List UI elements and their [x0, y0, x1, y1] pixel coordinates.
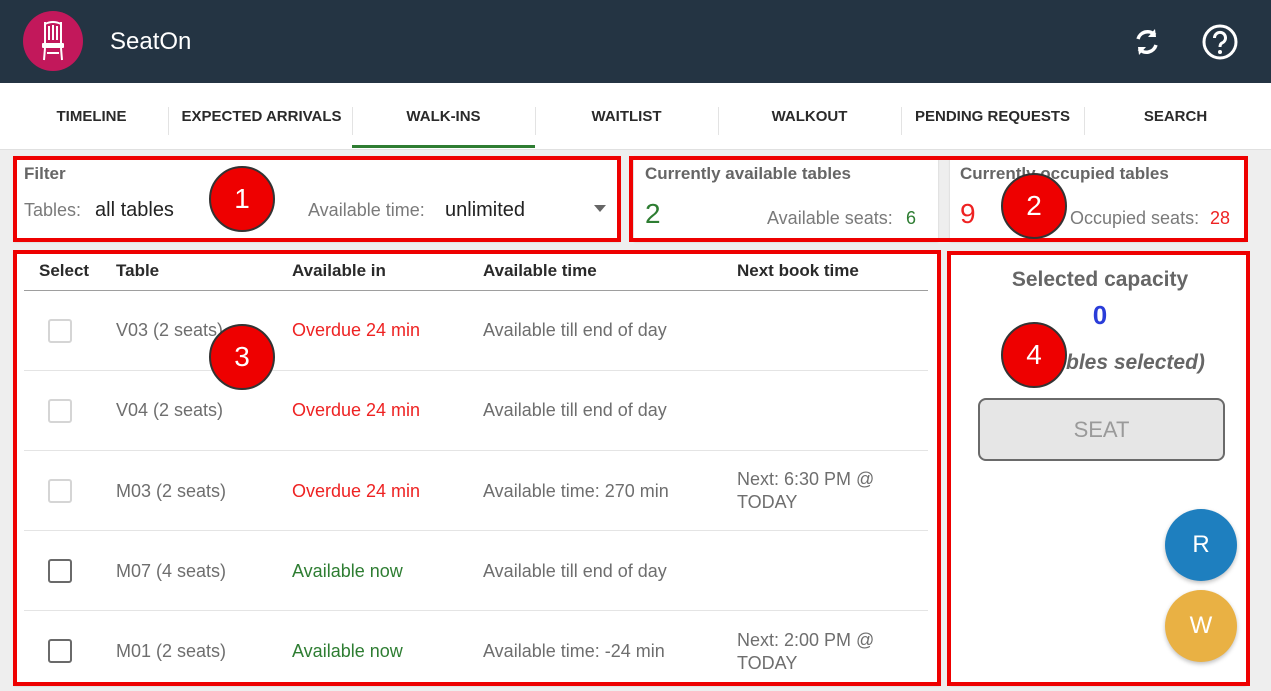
help-icon[interactable] — [1200, 22, 1240, 62]
row-available-time: Available time: -24 min — [483, 641, 665, 661]
filter-heading: Filter — [24, 164, 66, 183]
column-header-available-in: Available in — [292, 261, 386, 280]
available-time-value[interactable]: unlimited — [445, 199, 525, 222]
table-row[interactable]: M07 (4 seats) Available now Available ti… — [24, 531, 928, 611]
annotation-badge-4: 4 — [1001, 322, 1067, 388]
tab-timeline[interactable]: TIMELINE — [0, 83, 183, 149]
occupied-tables-count: 9 — [960, 198, 976, 229]
active-tab-indicator — [352, 145, 535, 148]
tables-selected-count: bles selected) — [1066, 351, 1205, 374]
row-available-in: Overdue 24 min — [292, 400, 421, 420]
row-next-book-day: TODAY — [737, 653, 798, 673]
tab-waitlist[interactable]: WAITLIST — [535, 83, 718, 149]
available-tables-title: Currently available tables — [645, 164, 851, 183]
tables-filter-value[interactable]: all tables — [95, 199, 174, 222]
row-table: V03 (2 seats) — [116, 320, 224, 340]
column-header-table: Table — [116, 261, 160, 280]
app-bar: SeatOn — [0, 0, 1271, 83]
table-row[interactable]: V04 (2 seats) Overdue 24 min Available t… — [24, 371, 928, 451]
reservation-fab[interactable]: R — [1165, 509, 1237, 581]
chair-logo-icon — [23, 11, 83, 71]
seat-button[interactable]: SEAT — [978, 398, 1225, 461]
table-row[interactable]: M01 (2 seats) Available now Available ti… — [24, 611, 928, 691]
row-available-time: Available till end of day — [483, 320, 667, 340]
occupied-seats-value: 28 — [1210, 208, 1231, 228]
available-seats-value: 6 — [906, 208, 917, 228]
walk-in-fab[interactable]: W — [1165, 590, 1237, 662]
available-seats-label: Available seats: — [767, 208, 893, 228]
row-available-in: Available now — [292, 641, 403, 661]
chevron-down-icon[interactable] — [594, 205, 606, 212]
row-checkbox[interactable] — [48, 319, 72, 343]
row-available-in: Overdue 24 min — [292, 320, 421, 340]
row-available-in: Overdue 24 min — [292, 481, 421, 501]
row-available-in: Available now — [292, 561, 403, 581]
row-checkbox[interactable] — [48, 399, 72, 423]
column-header-next-book-time: Next book time — [737, 261, 859, 280]
available-time-label: Available time: — [308, 200, 425, 220]
occupied-seats-label: Occupied seats: — [1070, 208, 1200, 228]
column-header-select: Select — [39, 261, 90, 280]
table-row[interactable]: M03 (2 seats) Overdue 24 min Available t… — [24, 451, 928, 531]
selected-capacity-value: 0 — [1092, 300, 1108, 330]
row-table: M03 (2 seats) — [116, 481, 227, 501]
row-next-book-time: Next: 2:00 PM @ — [737, 630, 875, 650]
row-next-book-day: TODAY — [737, 492, 798, 512]
annotation-badge-1: 1 — [209, 166, 275, 232]
occupied-tables-title: Currently occupied tables — [960, 164, 1169, 183]
refresh-icon[interactable] — [1127, 22, 1167, 62]
row-table: V04 (2 seats) — [116, 400, 224, 420]
row-available-time: Available time: 270 min — [483, 481, 669, 501]
row-available-time: Available till end of day — [483, 400, 667, 420]
selected-capacity-title: Selected capacity — [1011, 268, 1189, 291]
tables-filter-label: Tables: — [24, 200, 82, 220]
row-checkbox[interactable] — [48, 639, 72, 663]
tab-walk-ins[interactable]: WALK-INS — [352, 83, 535, 149]
tab-expected-arrivals[interactable]: EXPECTED ARRIVALS — [170, 83, 353, 149]
tab-bar: TIMELINE EXPECTED ARRIVALS WALK-INS WAIT… — [0, 83, 1271, 150]
row-available-time: Available till end of day — [483, 561, 667, 581]
row-table: M07 (4 seats) — [116, 561, 227, 581]
tab-divider — [168, 107, 169, 135]
annotation-badge-3: 3 — [209, 324, 275, 390]
row-table: M01 (2 seats) — [116, 641, 227, 661]
tab-walkout[interactable]: WALKOUT — [718, 83, 901, 149]
available-tables-count: 2 — [645, 198, 661, 229]
annotation-badge-2: 2 — [1001, 173, 1067, 239]
tab-search[interactable]: SEARCH — [1084, 83, 1267, 149]
app-title: SeatOn — [110, 28, 192, 55]
row-checkbox[interactable] — [48, 479, 72, 503]
column-header-available-time: Available time — [483, 261, 597, 280]
table-row[interactable]: V03 (2 seats) Overdue 24 min Available t… — [24, 291, 928, 371]
row-next-book-time: Next: 6:30 PM @ — [737, 469, 875, 489]
tab-pending-requests[interactable]: PENDING REQUESTS — [901, 83, 1084, 149]
row-checkbox[interactable] — [48, 559, 72, 583]
